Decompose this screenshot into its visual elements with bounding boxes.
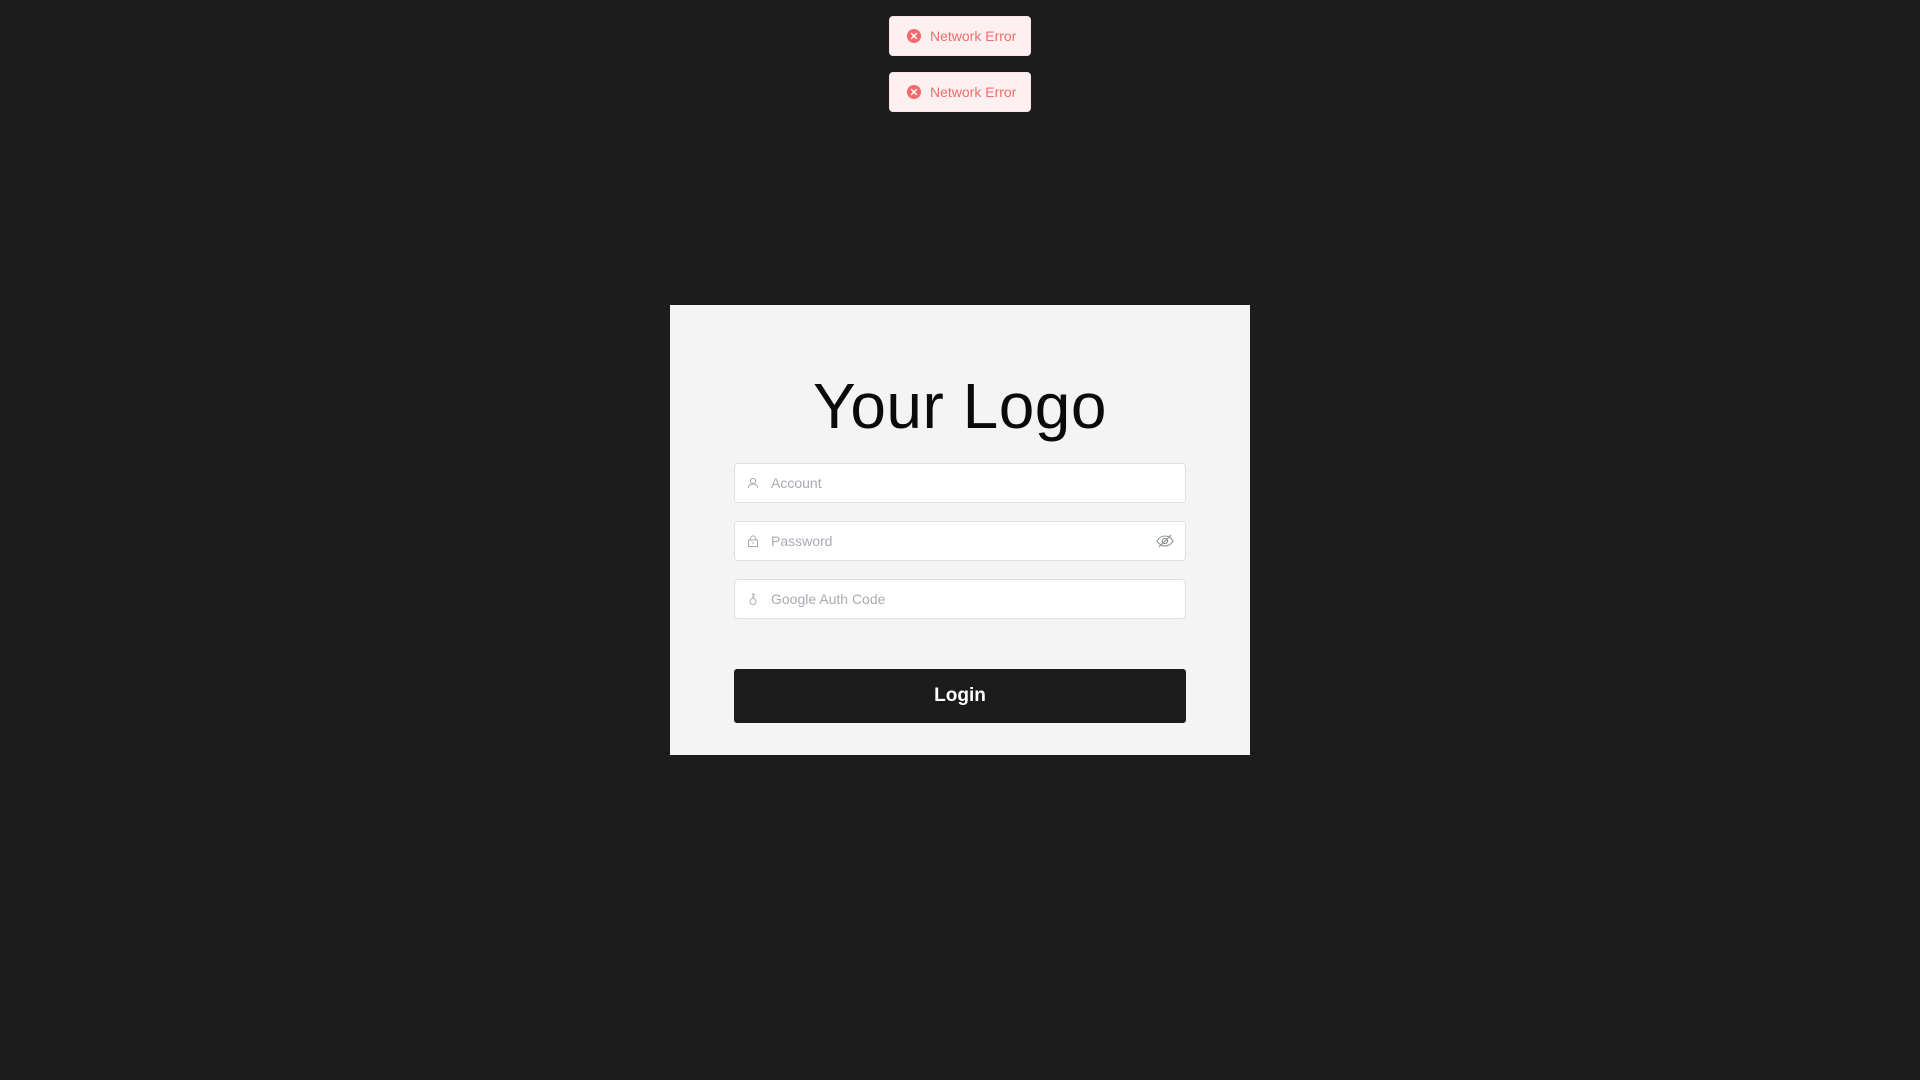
toast-stack: Network Error Network Error (889, 16, 1031, 128)
account-field[interactable] (734, 463, 1186, 503)
password-input[interactable] (771, 523, 1145, 559)
toast-message: Network Error (930, 28, 1017, 44)
google-auth-input[interactable] (771, 581, 1185, 617)
login-card: Your Logo Login (670, 305, 1250, 755)
error-circle-icon (907, 29, 921, 43)
password-field[interactable] (734, 521, 1186, 561)
login-button[interactable]: Login (734, 669, 1186, 723)
error-circle-icon (907, 85, 921, 99)
google-auth-field[interactable] (734, 579, 1186, 619)
eye-off-icon[interactable] (1145, 522, 1185, 560)
key-icon (735, 580, 771, 618)
toast-message: Network Error (930, 84, 1017, 100)
error-toast: Network Error (889, 16, 1031, 56)
account-input[interactable] (771, 465, 1185, 501)
error-toast: Network Error (889, 72, 1031, 112)
user-icon (735, 464, 771, 502)
lock-icon (735, 522, 771, 560)
logo-text: Your Logo (813, 370, 1107, 442)
